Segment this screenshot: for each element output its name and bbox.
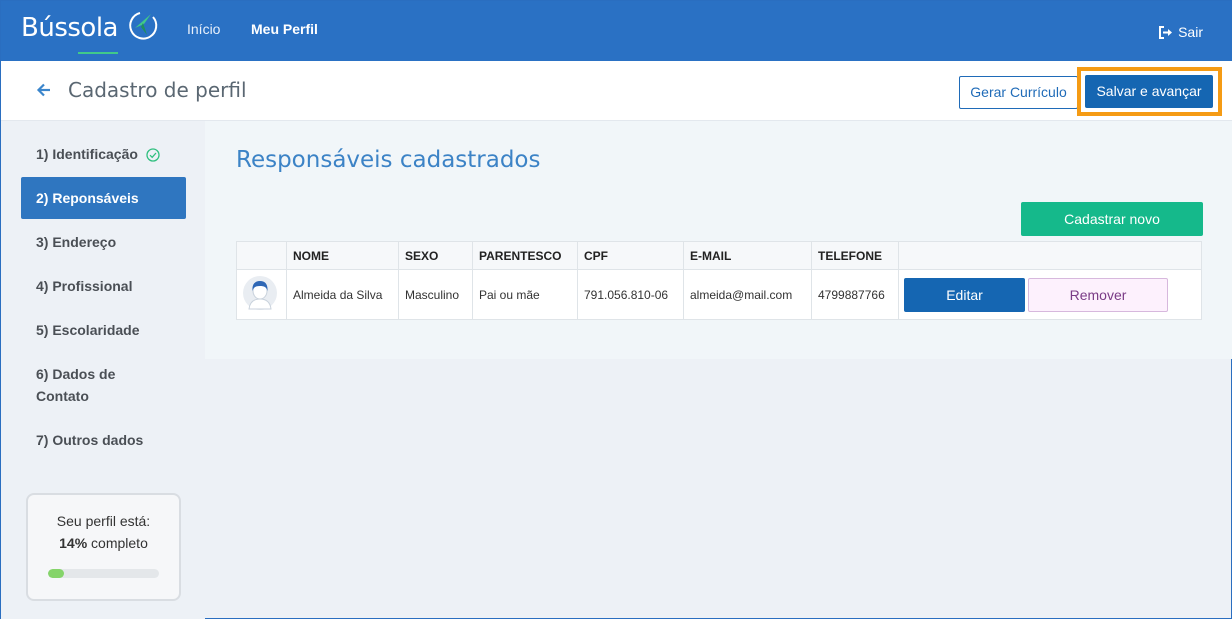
- cell-telefone: 4799887766: [811, 269, 899, 320]
- table-row: Almeida da Silva Masculino Pai ou mãe 79…: [236, 269, 1202, 320]
- step-endereco[interactable]: 3) Endereço: [21, 231, 186, 253]
- step-outros-dados[interactable]: 7) Outros dados: [21, 429, 186, 451]
- column-header-email: E-MAIL: [683, 241, 812, 270]
- steps-sidebar: 1) Identificação 2) Reponsáveis 3) Ender…: [1, 121, 205, 619]
- step-label: 1) Identificação: [36, 146, 138, 162]
- step-dados-contato[interactable]: 6) Dados de Contato: [21, 363, 141, 407]
- avatar-cell: [236, 269, 287, 320]
- brand-logo[interactable]: Bússola: [21, 12, 158, 54]
- table-header-row: NOME SEXO PARENTESCO CPF E-MAIL TELEFONE: [236, 241, 1202, 270]
- step-label: 6) Dados de Contato: [36, 366, 116, 404]
- progress-text: 14% completo: [28, 535, 179, 551]
- main-content: Responsáveis cadastrados Cadastrar novo …: [205, 121, 1232, 359]
- nav-link-inicio[interactable]: Início: [187, 21, 220, 37]
- sign-out-icon: [1159, 25, 1173, 39]
- progress-bar-fill: [48, 569, 64, 578]
- step-label: 4) Profissional: [36, 278, 133, 294]
- column-header-parentesco: PARENTESCO: [472, 241, 578, 270]
- cell-parentesco: Pai ou mãe: [472, 269, 578, 320]
- progress-suffix: completo: [91, 535, 148, 551]
- logout-label: Sair: [1178, 24, 1203, 40]
- cell-sexo: Masculino: [398, 269, 473, 320]
- top-navbar: Bússola Início Meu Perfil Sair: [1, 1, 1232, 61]
- section-title: Responsáveis cadastrados: [236, 147, 541, 173]
- step-label: 2) Reponsáveis: [36, 190, 139, 206]
- step-escolaridade[interactable]: 5) Escolaridade: [21, 319, 186, 341]
- column-header-sexo: SEXO: [398, 241, 473, 270]
- progress-bar: [48, 569, 159, 578]
- column-header-actions: [898, 241, 1202, 270]
- remove-button[interactable]: Remover: [1028, 277, 1168, 312]
- step-label: 7) Outros dados: [36, 432, 144, 448]
- check-circle-icon: [146, 148, 160, 162]
- page-title: Cadastro de perfil: [68, 78, 247, 102]
- column-header-nome: NOME: [286, 241, 399, 270]
- cell-cpf: 791.056.810-06: [577, 269, 684, 320]
- compass-icon: [129, 12, 158, 40]
- step-profissional[interactable]: 4) Profissional: [21, 275, 186, 297]
- brand-name: Bússola: [21, 13, 118, 43]
- page-header: Cadastro de perfil Gerar Currículo Salva…: [1, 61, 1232, 121]
- progress-percent: 14%: [59, 535, 88, 551]
- generate-resume-button[interactable]: Gerar Currículo: [959, 76, 1078, 109]
- back-arrow-icon[interactable]: [36, 81, 56, 99]
- progress-caption: Seu perfil está:: [56, 513, 151, 529]
- cell-actions: Editar Remover: [898, 269, 1202, 320]
- column-header-avatar: [236, 241, 287, 270]
- nav-link-meu-perfil[interactable]: Meu Perfil: [251, 21, 318, 37]
- profile-progress-card: Seu perfil está: 14% completo: [26, 493, 181, 601]
- logout-link[interactable]: Sair: [1158, 24, 1203, 40]
- brand-underline: [78, 52, 118, 54]
- step-identificacao[interactable]: 1) Identificação: [21, 143, 186, 165]
- edit-button[interactable]: Editar: [904, 277, 1025, 312]
- step-label: 5) Escolaridade: [36, 322, 140, 338]
- user-avatar-icon: [243, 276, 277, 310]
- add-new-button[interactable]: Cadastrar novo: [1021, 202, 1203, 236]
- column-header-telefone: TELEFONE: [811, 241, 899, 270]
- column-header-cpf: CPF: [577, 241, 684, 270]
- responsaveis-table: NOME SEXO PARENTESCO CPF E-MAIL TELEFONE: [236, 241, 1202, 320]
- save-and-continue-button[interactable]: Salvar e avançar: [1085, 75, 1213, 108]
- cell-nome: Almeida da Silva: [286, 269, 399, 320]
- cell-email: almeida@mail.com: [683, 269, 812, 320]
- step-responsaveis[interactable]: 2) Reponsáveis: [21, 177, 186, 219]
- step-label: 3) Endereço: [36, 234, 117, 250]
